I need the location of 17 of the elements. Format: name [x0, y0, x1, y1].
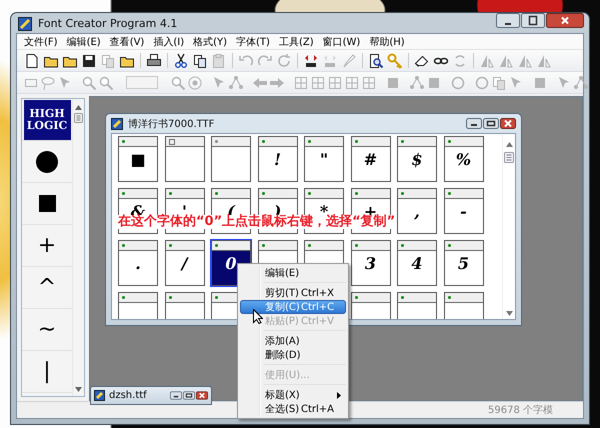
glyph: 3 — [364, 255, 376, 273]
glyph: . — [135, 255, 141, 273]
window-title: Font Creator Program 4.1 — [38, 16, 178, 30]
glyph: % — [456, 151, 472, 169]
glyph: " — [320, 151, 328, 169]
glyph: 4 — [411, 255, 423, 273]
window-title: 博洋行书7000.TTF — [128, 118, 216, 130]
glyph: - — [460, 203, 467, 221]
glyph: 0 — [225, 255, 237, 273]
glyph: # — [364, 151, 378, 169]
glyph: / — [182, 255, 188, 273]
glyph: ■ — [130, 151, 146, 169]
glyph: $ — [411, 151, 423, 169]
status-text: 59678 个字模 — [488, 404, 553, 417]
glyph: ! — [274, 151, 282, 169]
glyph: 5 — [458, 255, 470, 273]
glyph: , — [414, 203, 420, 221]
